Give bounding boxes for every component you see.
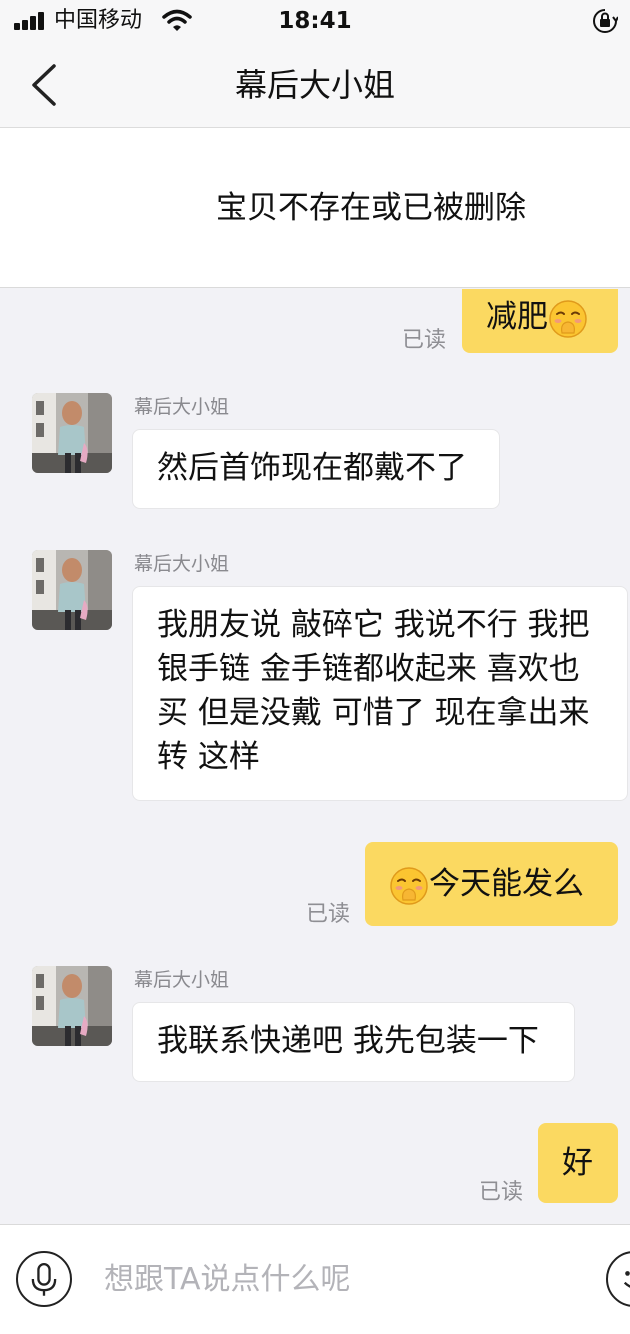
message-line: 银手链 金手链都收起来 喜欢也 (157, 651, 580, 687)
emoji-icon[interactable] (606, 1251, 630, 1307)
incoming-message-bubble[interactable]: 我朋友说 敲碎它 我说不行 我把 银手链 金手链都收起来 喜欢也 买 但是没戴 … (132, 586, 628, 801)
sender-name: 幕后大小姐 (134, 396, 230, 418)
read-receipt: 已读 (402, 328, 447, 353)
message-line: 我朋友说 敲碎它 我说不行 我把 (157, 607, 590, 643)
message-text: 减肥 (486, 299, 548, 335)
covering-mouth-emoji-icon (549, 299, 587, 338)
input-bar (0, 1224, 630, 1334)
microphone-icon[interactable] (16, 1251, 72, 1307)
nav-bar: 幕后大小姐 (0, 42, 630, 128)
avatar-photo-icon (32, 550, 112, 630)
message-line: 买 但是没戴 可惜了 现在拿出来 (157, 695, 590, 731)
read-receipt: 已读 (306, 902, 351, 927)
message-text: 今天能发么 (429, 866, 584, 902)
sender-avatar[interactable] (32, 393, 112, 473)
sender-avatar[interactable] (32, 550, 112, 630)
conversation-title: 幕后大小姐 (234, 66, 395, 104)
avatar-photo-icon (32, 966, 112, 1046)
orientation-lock-icon (593, 9, 618, 33)
incoming-message-bubble[interactable]: 我联系快递吧 我先包装一下 (132, 1002, 575, 1082)
outgoing-message-bubble[interactable]: 好 (538, 1123, 618, 1203)
sender-name: 幕后大小姐 (134, 553, 230, 575)
message-list[interactable]: 减肥 已读 幕后大小姐 然后首饰现在都戴不了 幕后大小姐 我朋友说 敲碎它 我说… (0, 289, 630, 1224)
sender-name: 幕后大小姐 (134, 969, 230, 991)
incoming-message-bubble[interactable]: 然后首饰现在都戴不了 (132, 429, 500, 509)
avatar-photo-icon (32, 393, 112, 473)
message-text: 好 (562, 1145, 593, 1181)
item-card[interactable]: 宝贝不存在或已被删除 (0, 128, 630, 288)
message-text: 然后首饰现在都戴不了 (157, 450, 467, 486)
sender-avatar[interactable] (32, 966, 112, 1046)
item-unavailable-text: 宝贝不存在或已被删除 (216, 190, 526, 226)
outgoing-message-bubble[interactable]: 今天能发么 (365, 842, 618, 926)
read-receipt: 已读 (479, 1180, 524, 1205)
outgoing-message-bubble[interactable]: 减肥 (462, 289, 618, 353)
message-text: 我联系快递吧 我先包装一下 (157, 1023, 539, 1059)
status-time: 18:41 (278, 8, 352, 34)
covering-mouth-emoji-icon (390, 866, 428, 905)
message-line: 转 这样 (157, 739, 260, 775)
status-bar: 中国移动 18:41 (0, 0, 630, 42)
message-input[interactable] (104, 1257, 584, 1301)
